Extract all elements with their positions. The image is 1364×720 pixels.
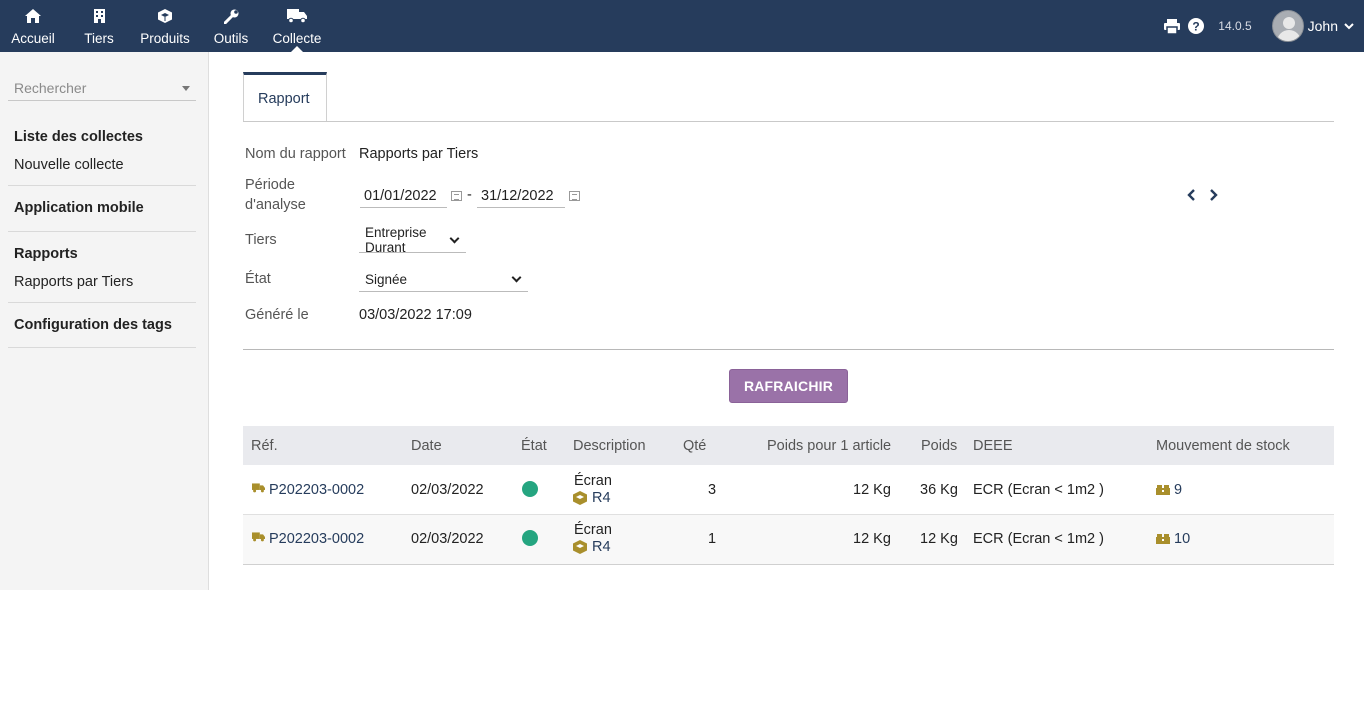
date-from-input[interactable] [360,184,447,208]
search-input[interactable] [8,76,178,100]
column-header-poids[interactable]: Poids [921,438,957,454]
caret-down-icon[interactable] [182,86,190,91]
top-right-tools: ? 14.0.5 John [1162,0,1364,52]
period-label-line1: Période [245,177,295,193]
stock-movement-link[interactable]: 9 [1174,482,1182,498]
cube-icon [573,491,587,505]
cube-icon [158,7,172,25]
cell-poids: 12 Kg [920,531,958,547]
refresh-button[interactable]: RAFRAICHIR [729,369,848,403]
user-menu[interactable]: John [1271,10,1354,42]
product-link[interactable]: R4 [592,490,611,506]
tiers-select[interactable]: Entreprise Durant [359,225,466,255]
column-header-qte[interactable]: Qté [683,438,706,454]
sidebar-section-rapports: Rapports Rapports par Tiers [8,232,196,303]
column-header-ref[interactable]: Réf. [251,438,278,454]
calendar-icon[interactable] [569,191,580,201]
cell-deee: ECR (Ecran < 1m2 ) [973,531,1104,547]
status-badge [522,530,538,546]
sidebar-title-liste-collectes[interactable]: Liste des collectes [8,129,143,145]
etat-select[interactable]: Signée [359,267,528,292]
boxes-icon [1156,485,1170,495]
cell-poids: 36 Kg [920,482,958,498]
home-icon [25,7,41,25]
table-header: Réf. Date État Description Qté Poids pou… [243,426,1334,465]
column-header-mouvement-stock[interactable]: Mouvement de stock [1156,438,1290,454]
date-to-input[interactable] [477,184,565,208]
status-badge [522,481,538,497]
cell-date: 02/03/2022 [411,482,484,498]
menu-item-accueil[interactable]: Accueil [0,0,66,52]
sidebar-title-application-mobile[interactable]: Application mobile [8,200,144,216]
tab-divider [243,121,1334,122]
cell-poids-unitaire: 12 Kg [853,531,891,547]
collecte-ref-link[interactable]: P202203-0002 [269,531,364,547]
tab-label: Rapport [258,91,310,107]
column-header-etat[interactable]: État [521,438,547,454]
cell-qty: 1 [708,531,717,547]
truck-icon [287,7,307,25]
period-label-line2: d'analyse [245,197,306,213]
sidebar-section-collectes: Liste des collectes Nouvelle collecte [8,120,196,186]
sidebar-section-mobile: Application mobile [8,186,196,232]
generated-value: 03/03/2022 17:09 [359,307,472,323]
date-separator: - [467,187,472,203]
cell-poids-unitaire: 12 Kg [853,482,891,498]
truck-icon [252,483,265,493]
boxes-icon [1156,534,1170,544]
section-divider [243,349,1334,350]
left-sidebar: Liste des collectes Nouvelle collecte Ap… [0,52,209,590]
table-row: P202203-0002 02/03/2022 Écran R4 1 12 Kg… [243,515,1334,565]
tiers-label: Tiers [245,232,277,248]
column-header-deee[interactable]: DEEE [973,438,1013,454]
next-period-icon[interactable] [1206,188,1220,202]
column-header-description[interactable]: Description [573,438,646,454]
cell-deee: ECR (Ecran < 1m2 ) [973,482,1104,498]
svg-text:?: ? [1193,20,1200,34]
chevron-down-icon [511,272,522,283]
top-navbar: Accueil Tiers Produits Outils Collecte ?… [0,0,1364,52]
table-row: P202203-0002 02/03/2022 Écran R4 3 12 Kg… [243,465,1334,515]
sidebar-section-tags: Configuration des tags [8,303,196,348]
help-icon[interactable]: ? [1186,16,1206,36]
sidebar-link-rapports-par-tiers[interactable]: Rapports par Tiers [8,274,133,290]
user-name: John [1307,18,1338,34]
chevron-down-icon [1344,22,1354,29]
tab-rapport[interactable]: Rapport [243,72,327,122]
column-header-date[interactable]: Date [411,438,442,454]
report-name-label: Nom du rapport [245,146,346,162]
previous-period-icon[interactable] [1185,188,1199,202]
collecte-ref-link[interactable]: P202203-0002 [269,482,364,498]
etat-label: État [245,271,271,287]
menu-item-outils[interactable]: Outils [198,0,264,52]
sidebar-search[interactable] [8,76,196,101]
sidebar-title-configuration-tags[interactable]: Configuration des tags [8,317,172,333]
report-name-value: Rapports par Tiers [359,146,479,162]
cube-icon [573,540,587,554]
cell-date: 02/03/2022 [411,531,484,547]
cell-description: Écran [574,473,612,489]
etat-selected-value: Signée [365,271,408,287]
printer-icon[interactable] [1162,16,1182,36]
wrench-icon [223,7,239,25]
product-link[interactable]: R4 [592,539,611,555]
menu-item-produits[interactable]: Produits [132,0,198,52]
cell-description: Écran [574,522,612,538]
stock-movement-link[interactable]: 10 [1174,531,1190,547]
building-icon [93,7,105,25]
column-header-poids-unitaire[interactable]: Poids pour 1 article [767,438,891,454]
menu-item-tiers[interactable]: Tiers [66,0,132,52]
avatar [1271,10,1304,42]
sidebar-title-rapports[interactable]: Rapports [8,246,78,262]
version-label: 14.0.5 [1218,19,1252,33]
truck-icon [252,532,265,542]
calendar-icon[interactable] [451,191,462,201]
generated-label: Généré le [245,307,309,323]
main-menu: Accueil Tiers Produits Outils Collecte [0,0,330,52]
cell-qty: 3 [708,482,717,498]
sidebar-link-nouvelle-collecte[interactable]: Nouvelle collecte [8,157,124,173]
menu-item-collecte[interactable]: Collecte [264,0,330,52]
